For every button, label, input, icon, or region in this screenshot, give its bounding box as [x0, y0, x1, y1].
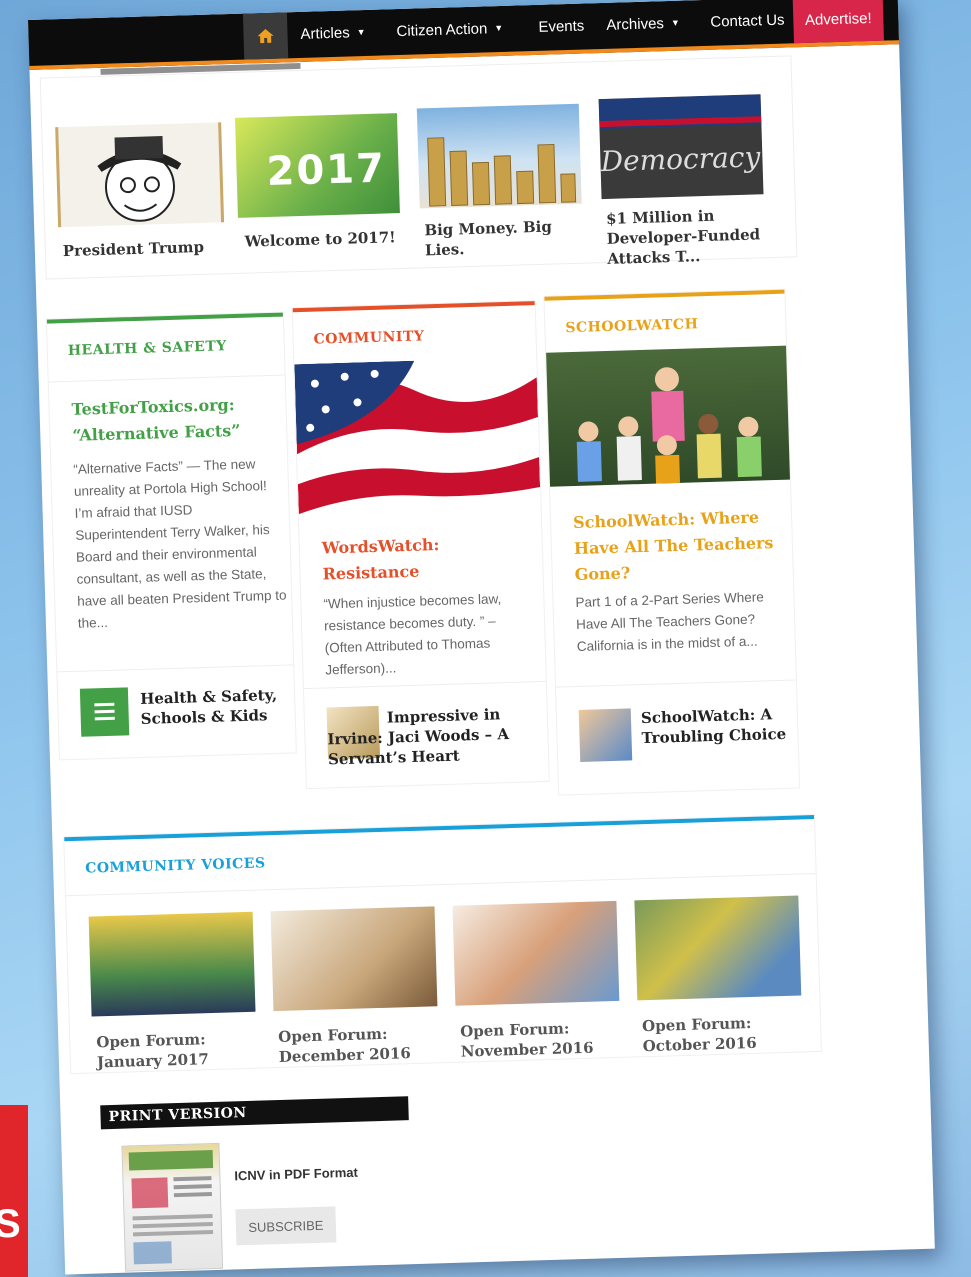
nav-contact-us[interactable]: Contact Us	[710, 12, 785, 31]
list-icon	[94, 702, 115, 721]
nav-archives[interactable]: Archives ▼	[606, 15, 680, 34]
section-health-safety: HEALTH & SAFETY TestForToxics.org: “Alte…	[46, 312, 296, 760]
related-link-schoolwatch[interactable]: SchoolWatch: A Troubling Choice	[641, 704, 792, 748]
article-excerpt-community: “When injustice becomes law, resistance …	[323, 591, 502, 678]
home-icon	[257, 28, 274, 44]
article-title-schoolwatch[interactable]: SchoolWatch: Where Have All The Teachers…	[573, 504, 785, 588]
home-button[interactable]	[242, 12, 289, 60]
section-community: COMMUNITY WordsWatch: Resistance “When i…	[292, 301, 549, 789]
article-title-community[interactable]: WordsWatch: Resistance	[321, 530, 522, 588]
related-thumb-health[interactable]	[79, 687, 130, 737]
side-red-tab: S	[0, 1105, 28, 1277]
featured-thumb-money[interactable]	[416, 103, 582, 209]
article-title-health[interactable]: TestForToxics.org: “Alternative Facts”	[71, 391, 272, 449]
voices-thumb-2[interactable]	[270, 906, 438, 1012]
section-schoolwatch: SCHOOLWATCH SchoolWatch: Where Have All …	[544, 289, 800, 795]
section-title-community: COMMUNITY	[313, 328, 425, 348]
schoolwatch-image-classroom[interactable]	[546, 345, 790, 487]
voices-caption-1[interactable]: Open Forum: January 2017	[96, 1028, 257, 1073]
voices-caption-3[interactable]: Open Forum: November 2016	[460, 1017, 621, 1062]
featured-caption-4[interactable]: $1 Million in Developer-Funded Attacks T…	[606, 204, 778, 269]
subscribe-button[interactable]: SUBSCRIBE	[235, 1206, 337, 1246]
nav-advertise[interactable]: Advertise!	[792, 0, 884, 44]
article-excerpt-schoolwatch: Part 1 of a 2-Part Series Where Have All…	[575, 589, 764, 654]
featured-thumb-democracy[interactable]: Democracy	[598, 94, 764, 200]
top-navbar: Articles ▼ Citizen Action ▼ Events Archive…	[28, 0, 930, 71]
nav-articles[interactable]: Articles ▼	[300, 24, 366, 42]
print-version-heading: PRINT VERSION	[100, 1096, 409, 1130]
voices-thumb-1[interactable]	[88, 911, 256, 1017]
voices-thumb-3[interactable]	[452, 900, 620, 1006]
nav-events[interactable]: Events	[538, 18, 584, 36]
voices-caption-4[interactable]: Open Forum: October 2016	[642, 1011, 803, 1056]
nav-citizen-action[interactable]: Citizen Action ▼	[396, 20, 503, 40]
related-link-community[interactable]: Impressive in Irvine: Jaci Woods – A Ser…	[327, 703, 539, 769]
related-thumb-schoolwatch[interactable]	[578, 708, 633, 762]
website-page: Articles ▼ Citizen Action ▼ Events Archive…	[28, 0, 935, 1275]
svg-text:Democracy: Democracy	[599, 140, 762, 178]
section-community-voices: COMMUNITY VOICES Open Forum: January 201…	[64, 815, 821, 1074]
featured-caption-3[interactable]: Big Money. Big Lies.	[424, 216, 575, 260]
print-pdf-label[interactable]: ICNV in PDF Format	[234, 1165, 358, 1184]
article-excerpt-health: “Alternative Facts” — The new unreality …	[73, 456, 287, 631]
community-image-flag[interactable]	[294, 357, 541, 515]
section-title-voices: COMMUNITY VOICES	[84, 855, 266, 877]
featured-thumb-2017[interactable]: 2017	[234, 113, 400, 218]
print-pdf-thumbnail[interactable]	[121, 1142, 224, 1272]
section-title-schoolwatch: SCHOOLWATCH	[565, 316, 699, 337]
voices-thumb-4[interactable]	[634, 895, 802, 1001]
featured-thumb-trump[interactable]	[55, 122, 225, 228]
voices-caption-2[interactable]: Open Forum: December 2016	[278, 1022, 439, 1067]
section-title-health: HEALTH & SAFETY	[67, 338, 228, 359]
related-link-health[interactable]: Health & Safety, Schools & Kids	[140, 685, 291, 729]
